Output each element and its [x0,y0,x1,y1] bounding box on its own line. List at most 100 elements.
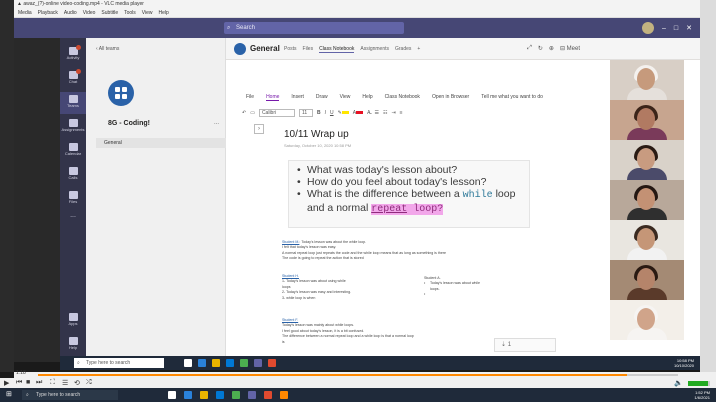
volume-slider[interactable] [688,381,710,386]
expand-icon[interactable]: ⤢ [527,45,532,52]
student-note[interactable]: Student M.: Today's lesson was about the… [282,240,532,262]
ribbon-tab-class-notebook[interactable]: Class Notebook [385,94,420,101]
tab-class-notebook[interactable]: Class Notebook [319,46,355,53]
maximize-icon[interactable]: □ [674,25,678,32]
font-size-select[interactable]: 11 [298,109,313,117]
playlist-icon[interactable]: ☰ [62,379,68,387]
team-more-button[interactable]: ... [214,120,219,126]
italic-icon[interactable]: I [325,110,326,116]
meet-button[interactable]: ⊟ Meet [560,45,580,52]
menu-tools[interactable]: Tools [124,10,136,16]
numbering-icon[interactable]: ☷ [383,110,387,116]
back-to-teams-link[interactable]: ‹ All teams [96,46,119,52]
previous-icon[interactable]: ⏮ [16,379,22,387]
tab-grades[interactable]: Grades [395,46,411,53]
rail-files[interactable]: Files [60,188,86,210]
task-view-icon[interactable] [184,359,192,367]
font-name-select[interactable]: Calibri [258,109,295,117]
tab-files[interactable]: Files [303,46,314,53]
avatar[interactable] [641,22,654,34]
volume-icon[interactable]: 🔈 [674,379,683,387]
mail-icon[interactable] [216,391,224,399]
participant-video-tile[interactable] [610,140,684,180]
rail-help[interactable]: Help [60,334,86,356]
folder-icon[interactable] [212,359,220,367]
refresh-icon[interactable]: ↻ [538,45,543,52]
font-color-icon[interactable]: A [353,110,364,116]
rail-calendar[interactable]: Calendar [60,140,86,162]
windows-start-icon[interactable]: ⊞ [6,390,12,398]
page-nav-arrow[interactable]: › [254,124,264,134]
teams-icon[interactable] [254,359,262,367]
indent-icon[interactable]: ⇥ [391,110,395,116]
undo-icon[interactable]: ↶ [242,110,246,116]
close-icon[interactable]: ✕ [686,24,692,32]
note-input-field[interactable]: ⇣ 1 [494,338,556,352]
outer-search-box[interactable]: ⌕ Type here to search [22,390,118,400]
ribbon-tab-home[interactable]: Home [266,94,280,101]
shuffle-icon[interactable]: ⤮ [86,379,92,387]
folder-icon[interactable] [200,391,208,399]
bold-icon[interactable]: B [317,110,321,116]
clear-format-icon[interactable]: A̶ [367,110,370,116]
play-icon[interactable]: ▶ [4,379,9,387]
edge-icon[interactable] [198,359,206,367]
highlight-icon[interactable]: ✎ [338,110,349,116]
participant-video-tile[interactable] [610,300,684,340]
open-in-browser-button[interactable]: Open in Browser [432,94,469,101]
ribbon-tab-insert[interactable]: Insert [291,94,304,101]
menu-view[interactable]: View [142,10,153,16]
edge-icon[interactable] [184,391,192,399]
fullscreen-icon[interactable]: ⛶ [50,379,55,387]
styles-icon[interactable]: ≡ [400,110,403,116]
teams-icon[interactable] [248,391,256,399]
info-icon[interactable]: ⊕ [549,45,554,52]
bullets-icon[interactable]: ☰ [374,110,378,116]
participant-video-tile[interactable] [610,100,684,140]
tab-assignments[interactable]: Assignments [360,46,389,53]
menu-video[interactable]: Video [83,10,96,16]
search-input[interactable]: ⌕ Search [224,22,404,34]
rail-activity[interactable]: Activity [60,44,86,66]
channel-general[interactable]: General [96,138,226,148]
menu-subtitle[interactable]: Subtitle [101,10,118,16]
add-tab-button[interactable]: + [417,46,420,53]
task-view-icon[interactable] [168,391,176,399]
minimize-icon[interactable]: – [662,25,666,32]
inner-search-box[interactable]: ⌕ Type here to search [74,358,164,368]
questions-box[interactable]: What was today's lesson about? How do yo… [288,160,530,228]
ribbon-tab-draw[interactable]: Draw [316,94,328,101]
rail-teams[interactable]: Teams [60,92,86,114]
mail-icon[interactable] [226,359,234,367]
vlc-icon[interactable] [280,391,288,399]
participant-video-tile[interactable] [610,260,684,300]
next-icon[interactable]: ⏭ [36,379,42,387]
ribbon-tab-help[interactable]: Help [362,94,372,101]
ribbon-tab-file[interactable]: File [246,94,254,101]
rail-more[interactable]: ... [60,212,86,234]
rail-chat[interactable]: Chat [60,68,86,90]
rail-assignments[interactable]: Assignments [60,116,86,138]
tab-posts[interactable]: Posts [284,46,297,53]
student-note[interactable]: Student A. Today's lesson was about whil… [424,276,504,298]
student-note[interactable]: Student H. 1- Today's lesson was about u… [282,274,372,301]
app-icon[interactable] [264,391,272,399]
participant-video-tile[interactable] [610,180,684,220]
menu-help[interactable]: Help [159,10,169,16]
participant-video-tile[interactable] [610,220,684,260]
loop-icon[interactable]: ⟲ [74,379,80,387]
menu-playback[interactable]: Playback [38,10,58,16]
underline-icon[interactable]: U [330,110,334,116]
rail-calls[interactable]: Calls [60,164,86,186]
ribbon-tab-view[interactable]: View [340,94,351,101]
clipboard-icon[interactable]: ▭ [250,110,255,116]
menu-audio[interactable]: Audio [64,10,77,16]
chrome-icon[interactable] [240,359,248,367]
menu-media[interactable]: Media [18,10,32,16]
chrome-icon[interactable] [232,391,240,399]
rail-apps[interactable]: Apps [60,310,86,332]
app-icon[interactable] [268,359,276,367]
tell-me-input[interactable]: Tell me what you want to do [481,94,543,101]
participant-video-tile[interactable] [610,60,684,100]
student-note[interactable]: Student F. Today's lesson was mainly abo… [282,318,482,345]
